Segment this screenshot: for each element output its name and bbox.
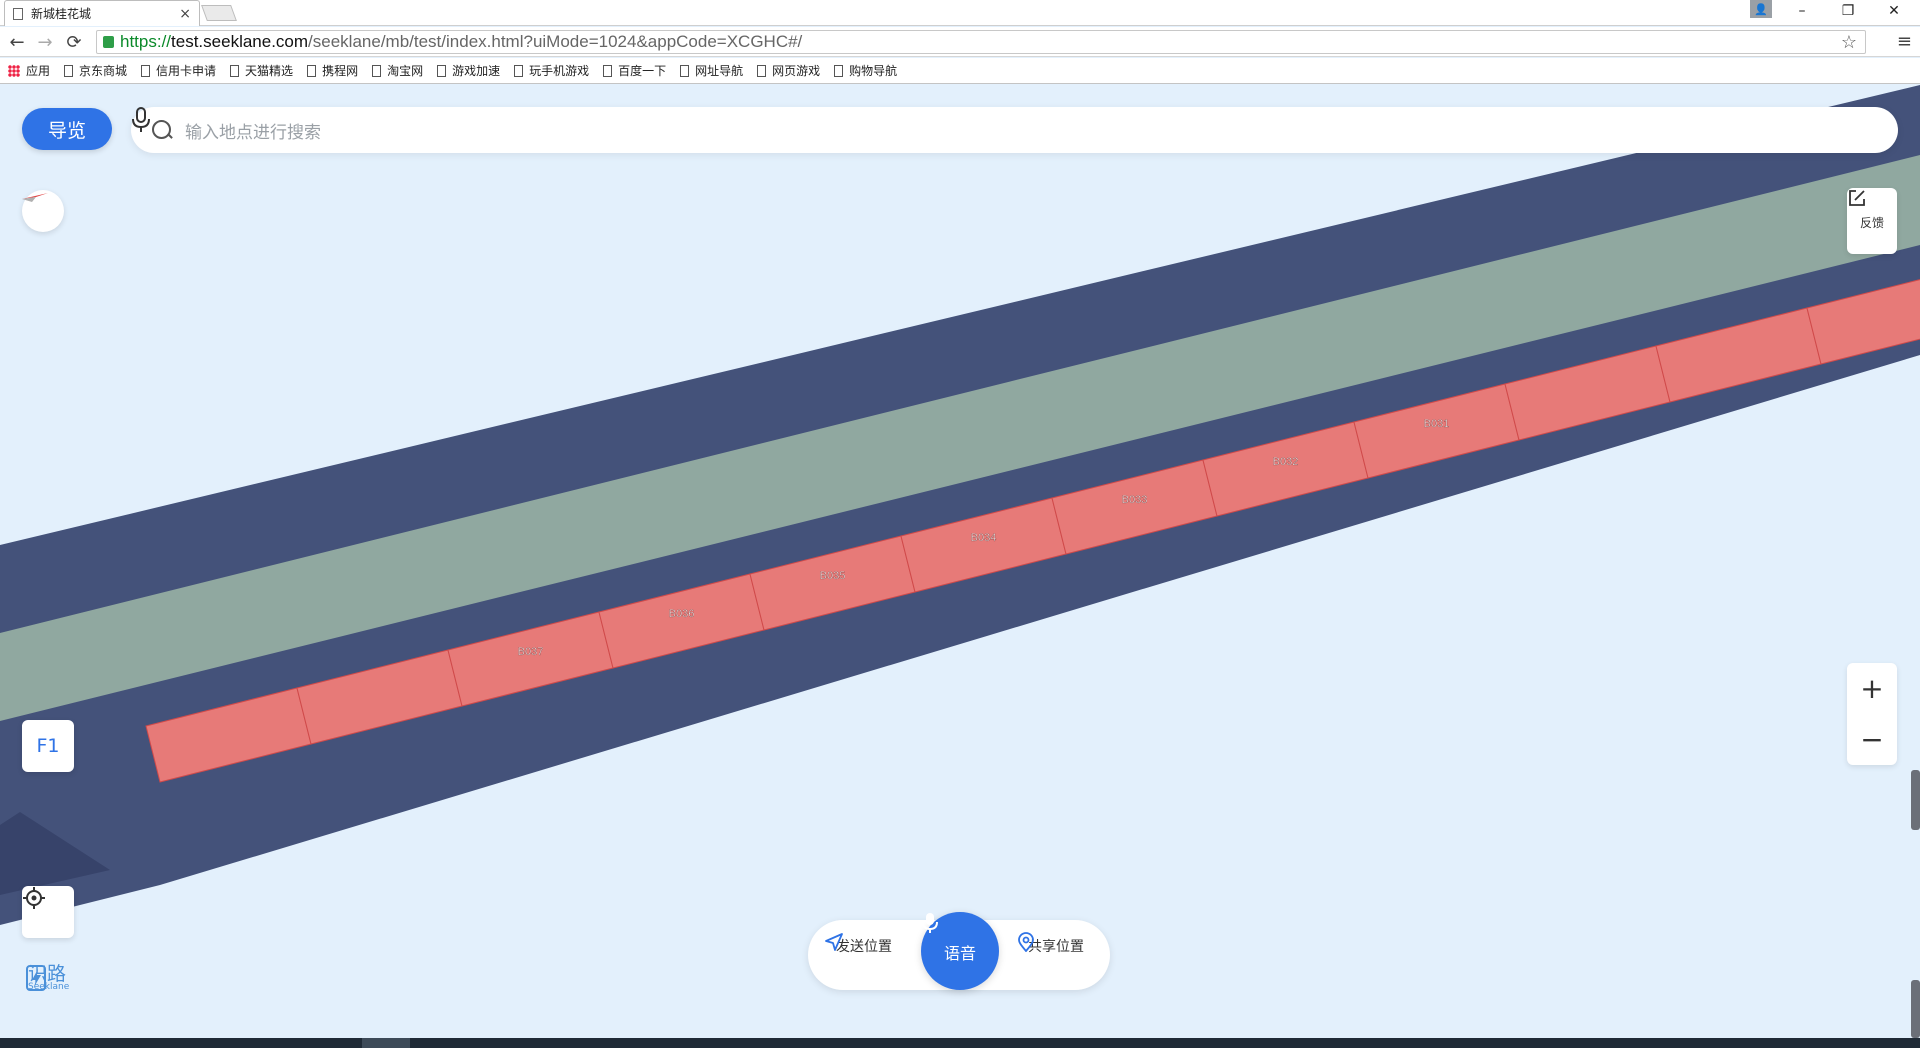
- page-icon: [372, 64, 382, 77]
- apps-grid-icon: [8, 64, 20, 77]
- bookmark-item[interactable]: 百度一下: [603, 62, 666, 79]
- bookmark-label: 携程网: [322, 64, 359, 78]
- bookmark-label: 京东商城: [79, 64, 128, 78]
- taskbar-item[interactable]: [362, 1038, 410, 1048]
- browser-menu-icon[interactable]: ≡: [1897, 31, 1912, 52]
- restore-button[interactable]: ❐: [1826, 0, 1870, 22]
- secure-lock-icon: [103, 36, 114, 48]
- corridor-area: [0, 85, 1920, 925]
- page-icon: [514, 64, 524, 77]
- map-canvas[interactable]: B037 B036 B035 B034 B033 B032 B031: [0, 85, 1920, 1038]
- minimize-button[interactable]: –: [1780, 0, 1824, 22]
- url-host: test.seeklane.com: [171, 32, 309, 51]
- browser-toolbar: ← → ⟳ https://test.seeklane.com/seeklane…: [0, 27, 1920, 57]
- page-icon: [437, 64, 447, 77]
- bookmark-label: 信用卡申请: [156, 64, 217, 78]
- shop-label: B033: [1122, 494, 1148, 506]
- bookmark-item[interactable]: 网址导航: [680, 62, 743, 79]
- url-protocol: https://: [120, 32, 172, 51]
- bookmarks-bar: 应用 京东商城 信用卡申请 天猫精选 携程网 淘宝网 游戏加速 玩手机游戏 百度…: [0, 58, 1920, 84]
- bookmark-label: 淘宝网: [387, 64, 424, 78]
- search-bar[interactable]: 输入地点进行搜索: [131, 107, 1898, 153]
- browser-tab-strip: 新城桂花城 × 👤 – ❐ ✕: [0, 0, 1920, 26]
- forward-button[interactable]: →: [33, 30, 57, 54]
- bookmark-label: 应用: [26, 64, 51, 78]
- bookmark-label: 天猫精选: [245, 64, 294, 78]
- bookmark-item[interactable]: 游戏加速: [437, 62, 500, 79]
- bookmark-star-icon[interactable]: ☆: [1841, 32, 1857, 53]
- page-icon: [141, 64, 151, 77]
- bookmark-label: 网页游戏: [772, 64, 821, 78]
- os-taskbar: [0, 1038, 1920, 1048]
- new-tab-button[interactable]: [201, 5, 237, 21]
- side-handle[interactable]: [1911, 770, 1920, 830]
- page-icon: [13, 7, 23, 20]
- send-location-button[interactable]: 发送位置: [824, 932, 904, 956]
- voice-button[interactable]: 语音: [921, 912, 999, 990]
- side-handle[interactable]: [1911, 980, 1920, 1038]
- zoom-control: + −: [1847, 663, 1897, 765]
- shop-label: B037: [518, 646, 544, 658]
- browser-tab[interactable]: 新城桂花城 ×: [4, 0, 200, 26]
- page-icon: [757, 64, 767, 77]
- bookmark-label: 网址导航: [695, 64, 744, 78]
- bookmark-item[interactable]: 购物导航: [834, 62, 897, 79]
- share-location-label: 共享位置: [1028, 939, 1084, 955]
- send-icon: [825, 933, 843, 951]
- bookmark-label: 玩手机游戏: [529, 64, 590, 78]
- search-icon: [151, 119, 173, 141]
- zoom-out-button[interactable]: −: [1847, 714, 1897, 765]
- zoom-in-button[interactable]: +: [1847, 663, 1897, 714]
- page-icon: [64, 64, 74, 77]
- page-icon: [834, 64, 844, 77]
- locate-button[interactable]: [22, 886, 74, 938]
- feedback-button[interactable]: 反馈: [1847, 188, 1897, 254]
- tab-close-icon[interactable]: ×: [179, 6, 191, 22]
- compass-button[interactable]: [22, 190, 64, 232]
- guide-button[interactable]: 导览: [22, 108, 112, 150]
- location-pin-icon: [1018, 932, 1034, 952]
- shop-label: B035: [820, 570, 846, 582]
- profile-icon[interactable]: 👤: [1750, 0, 1772, 18]
- logo-mark-icon: [26, 965, 46, 991]
- microphone-icon[interactable]: [131, 107, 151, 133]
- feedback-label: 反馈: [1859, 216, 1884, 230]
- page-icon: [680, 64, 690, 77]
- shop-label: B031: [1424, 418, 1450, 430]
- bookmark-label: 购物导航: [849, 64, 898, 78]
- share-location-button[interactable]: 共享位置: [1016, 932, 1096, 956]
- bookmark-label: 游戏加速: [452, 64, 501, 78]
- indoor-map[interactable]: B037 B036 B035 B034 B033 B032 B031 导览 输入地点进行搜索: [0, 85, 1920, 1038]
- bookmark-item[interactable]: 天猫精选: [230, 62, 293, 79]
- window-close-button[interactable]: ✕: [1872, 0, 1916, 22]
- bookmark-item[interactable]: 携程网: [307, 62, 358, 79]
- bookmark-item[interactable]: 信用卡申请: [141, 62, 216, 79]
- compass-needle-icon: [22, 193, 48, 202]
- search-placeholder: 输入地点进行搜索: [185, 122, 321, 143]
- edit-icon: [1849, 190, 1865, 206]
- back-button[interactable]: ←: [5, 30, 29, 54]
- voice-label: 语音: [943, 944, 976, 963]
- page-icon: [230, 64, 240, 77]
- bookmark-label: 百度一下: [618, 64, 667, 78]
- shop-label: B032: [1273, 456, 1299, 468]
- bookmark-item[interactable]: 玩手机游戏: [514, 62, 589, 79]
- seeklane-logo: 识路 Seeklane: [26, 965, 69, 992]
- bookmark-item[interactable]: 淘宝网: [372, 62, 423, 79]
- bookmark-item[interactable]: 京东商城: [64, 62, 127, 79]
- tab-title: 新城桂花城: [31, 7, 92, 21]
- reload-button[interactable]: ⟳: [62, 30, 86, 54]
- url-path: /seeklane/mb/test/index.html?uiMode=1024…: [308, 32, 803, 51]
- page-icon: [307, 64, 317, 77]
- crosshair-icon: [23, 887, 45, 909]
- shop-label: B034: [971, 532, 997, 544]
- floor-selector[interactable]: F1: [22, 720, 74, 772]
- microphone-icon: [922, 913, 938, 933]
- bookmark-apps[interactable]: 应用: [8, 62, 50, 79]
- send-location-label: 发送位置: [836, 939, 892, 955]
- page-icon: [603, 64, 613, 77]
- shop-label: B036: [669, 608, 695, 620]
- bookmark-item[interactable]: 网页游戏: [757, 62, 820, 79]
- address-bar[interactable]: https://test.seeklane.com/seeklane/mb/te…: [96, 30, 1866, 54]
